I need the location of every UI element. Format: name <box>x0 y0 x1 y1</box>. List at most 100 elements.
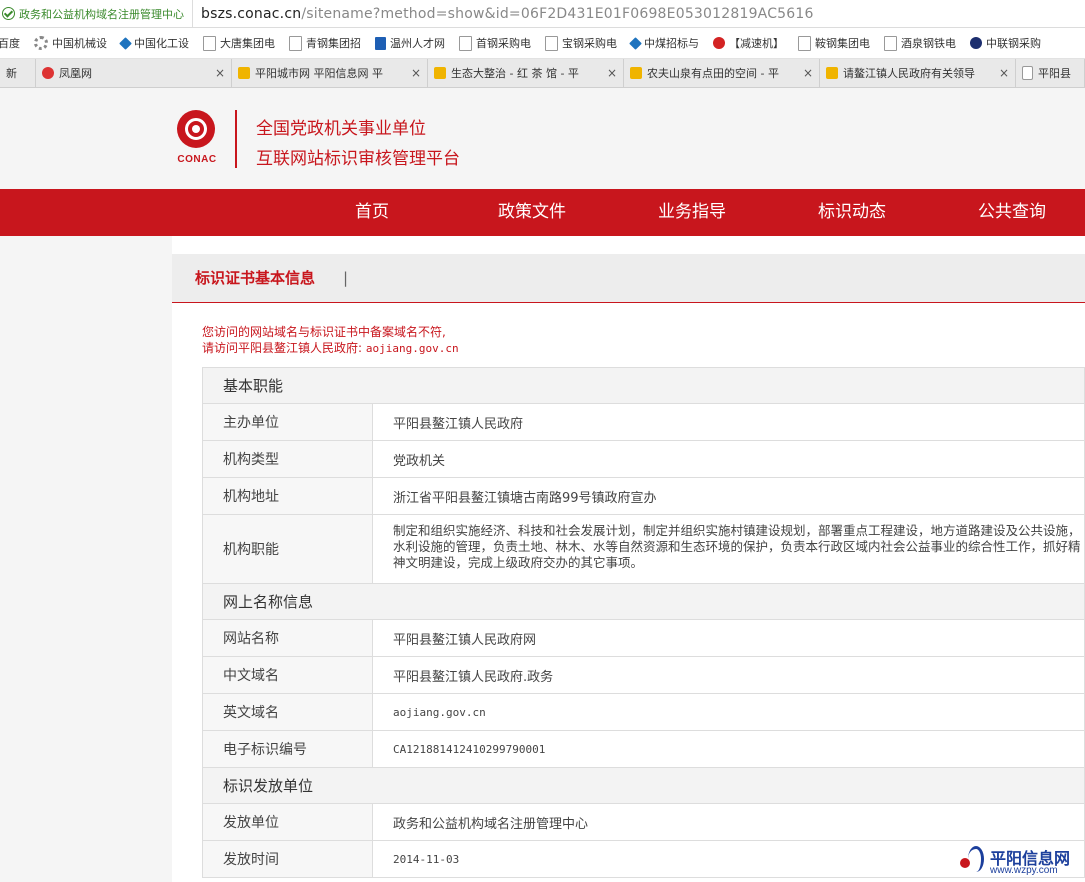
row-key: 中文域名 <box>203 657 373 693</box>
row-key: 机构地址 <box>203 478 373 514</box>
bookmark-item[interactable]: 中国化工设 <box>119 35 189 51</box>
site-header: CONAC 全国党政机关事业单位 互联网站标识审核管理平台 <box>0 88 1085 189</box>
site-title-line1: 全国党政机关事业单位 <box>256 119 426 139</box>
bookmark-item[interactable]: 中联钢采购 <box>970 35 1041 51</box>
table-row: 网站名称 平阳县鳌江镇人民政府网 <box>202 620 1085 657</box>
table-row: 机构类型 党政机关 <box>202 441 1085 478</box>
row-value: 浙江省平阳县鳌江镇塘古南路99号镇政府宣办 <box>393 490 657 506</box>
close-icon[interactable]: × <box>797 66 813 80</box>
browser-tab[interactable]: 平阳县 <box>1016 59 1085 87</box>
notice-line1: 您访问的网站域名与标识证书中备案域名不符, <box>202 325 446 339</box>
row-value: 党政机关 <box>393 453 446 469</box>
bookmark-item[interactable]: 大唐集团电 <box>203 35 275 51</box>
tab-strip: 新 凤凰网 × 平阳城市网 平阳信息网 平 × 生态大整治 - 红 茶 馆 - 平 ×… <box>0 59 1085 88</box>
certificate-table: 基本职能 主办单位 平阳县鳌江镇人民政府 机构类型 党政机关 机构地址 浙江省平阳县鳌… <box>202 367 1085 878</box>
row-value: CA121881412410299790001 <box>393 742 546 756</box>
bookmark-label: 中国化工设 <box>134 37 189 50</box>
nav-item-guidance[interactable]: 业务指导 <box>648 189 736 236</box>
table-section-header: 基本职能 <box>202 368 1085 404</box>
conac-emblem-icon <box>177 110 215 148</box>
table-row: 电子标识编号 CA121881412410299790001 <box>202 731 1085 768</box>
site-title-line2: 互联网站标识审核管理平台 <box>256 149 460 169</box>
bookmark-item[interactable]: 鞍钢集团电 <box>798 35 870 51</box>
bookmark-item[interactable]: 青钢集团招 <box>289 35 361 51</box>
tab-label: 平阳城市网 平阳信息网 平 <box>255 67 383 80</box>
url-host: bszs.conac.cn <box>201 5 302 22</box>
row-value: 制定和组织实施经济、科技和社会发展计划，制定并组织实施村镇建设规划，部署重点工程… <box>393 523 1081 570</box>
nav-item-query[interactable]: 公共查询 <box>968 189 1056 236</box>
bookmark-item[interactable]: 宝钢采购电 <box>545 35 617 51</box>
bookmark-item[interactable]: 中煤招标与 <box>629 35 699 51</box>
section-title: 标识证书基本信息 <box>195 269 316 287</box>
notice-domain-link[interactable]: aojiang.gov.cn <box>366 342 459 355</box>
conac-logo[interactable]: CONAC <box>172 110 222 172</box>
tab-label: 农夫山泉有点田的空间 - 平 <box>647 67 779 80</box>
watermark-url: www.wzpy.com <box>990 865 1058 876</box>
bookmarks-bar: 百度 中国机械设 中国化工设 大唐集团电 青钢集团招 温州人才网 首钢采购电 宝… <box>0 28 1085 59</box>
close-icon[interactable]: × <box>993 66 1009 80</box>
nav-item-news[interactable]: 标识动态 <box>808 189 896 236</box>
logo-text: CONAC <box>177 154 217 165</box>
bookmark-item[interactable]: 首钢采购电 <box>459 35 531 51</box>
browser-tab[interactable]: 凤凰网 × <box>36 59 232 87</box>
tab-favicon-icon <box>630 67 642 79</box>
url-text[interactable]: bszs.conac.cn/sitename?method=show&id=06… <box>201 6 814 22</box>
bookmark-item[interactable]: 中国机械设 <box>34 35 107 51</box>
close-icon[interactable]: × <box>209 66 225 80</box>
nav-item-policy[interactable]: 政策文件 <box>488 189 576 236</box>
gear-icon <box>34 36 48 50</box>
row-key: 机构类型 <box>203 441 373 477</box>
row-key: 英文域名 <box>203 694 373 730</box>
site-favicon-icon <box>375 36 386 50</box>
content-panel: 标识证书基本信息 | 您访问的网站域名与标识证书中备案域名不符, 请访问平阳县鳌… <box>172 236 1085 882</box>
bookmark-label: 中联钢采购 <box>986 37 1041 50</box>
tab-favicon-icon <box>42 67 54 79</box>
tab-label: 凤凰网 <box>59 67 92 80</box>
close-icon[interactable]: × <box>405 66 421 80</box>
security-label: 政务和公益机构域名注册管理中心 <box>19 7 184 21</box>
section-header: 标识证书基本信息 | <box>172 254 1085 303</box>
tab-label: 平阳县 <box>1038 67 1071 80</box>
bookmark-item[interactable]: 百度 <box>0 35 20 51</box>
bookmark-label: 中国机械设 <box>52 37 107 50</box>
security-indicator[interactable]: 政务和公益机构域名注册管理中心 <box>0 0 193 27</box>
bookmark-item[interactable]: 温州人才网 <box>375 35 445 51</box>
close-icon[interactable]: × <box>601 66 617 80</box>
row-key: 发放时间 <box>203 841 373 877</box>
browser-tab[interactable]: 新 <box>0 59 36 87</box>
title-separator: | <box>343 269 349 287</box>
row-value: 平阳县鳌江镇人民政府网 <box>393 632 537 648</box>
tab-favicon-icon <box>238 67 250 79</box>
tab-label: 生态大整治 - 红 茶 馆 - 平 <box>451 67 579 80</box>
row-key: 主办单位 <box>203 404 373 440</box>
verified-shield-icon <box>2 7 15 20</box>
watermark-logo-icon <box>958 844 986 874</box>
bookmark-label: 首钢采购电 <box>476 37 531 50</box>
browser-tab[interactable]: 平阳城市网 平阳信息网 平 × <box>232 59 428 87</box>
main-nav: 首页 政策文件 业务指导 标识动态 公共查询 <box>0 189 1085 236</box>
bookmark-label: 青钢集团招 <box>306 37 361 50</box>
row-value: 平阳县鳌江镇人民政府 <box>393 416 524 432</box>
row-key: 发放单位 <box>203 804 373 840</box>
notice-prefix: 请访问平阳县鳌江镇人民政府: <box>202 341 363 355</box>
table-row: 发放单位 政务和公益机构域名注册管理中心 <box>202 804 1085 841</box>
nav-item-home[interactable]: 首页 <box>340 189 404 236</box>
browser-tab[interactable]: 农夫山泉有点田的空间 - 平 × <box>624 59 820 87</box>
browser-tab[interactable]: 请鳌江镇人民政府有关领导 × <box>820 59 1016 87</box>
diamond-icon <box>629 36 642 50</box>
bookmark-label: 【减速机】 <box>729 37 784 50</box>
bookmark-item[interactable]: 【减速机】 <box>713 35 784 51</box>
bookmark-label: 温州人才网 <box>390 37 445 50</box>
browser-tab[interactable]: 生态大整治 - 红 茶 馆 - 平 × <box>428 59 624 87</box>
page-icon <box>798 35 811 51</box>
page-icon <box>459 35 472 51</box>
site-favicon-icon <box>970 37 982 49</box>
table-row: 中文域名 平阳县鳌江镇人民政府.政务 <box>202 657 1085 694</box>
address-bar[interactable]: 政务和公益机构域名注册管理中心 bszs.conac.cn/sitename?m… <box>0 0 1085 28</box>
diamond-icon <box>119 36 132 50</box>
header-divider <box>235 110 237 168</box>
bookmark-item[interactable]: 酒泉钢铁电 <box>884 35 956 51</box>
bookmark-label: 百度 <box>0 37 20 50</box>
row-key: 机构职能 <box>203 515 373 583</box>
row-value: 平阳县鳌江镇人民政府.政务 <box>393 669 554 685</box>
